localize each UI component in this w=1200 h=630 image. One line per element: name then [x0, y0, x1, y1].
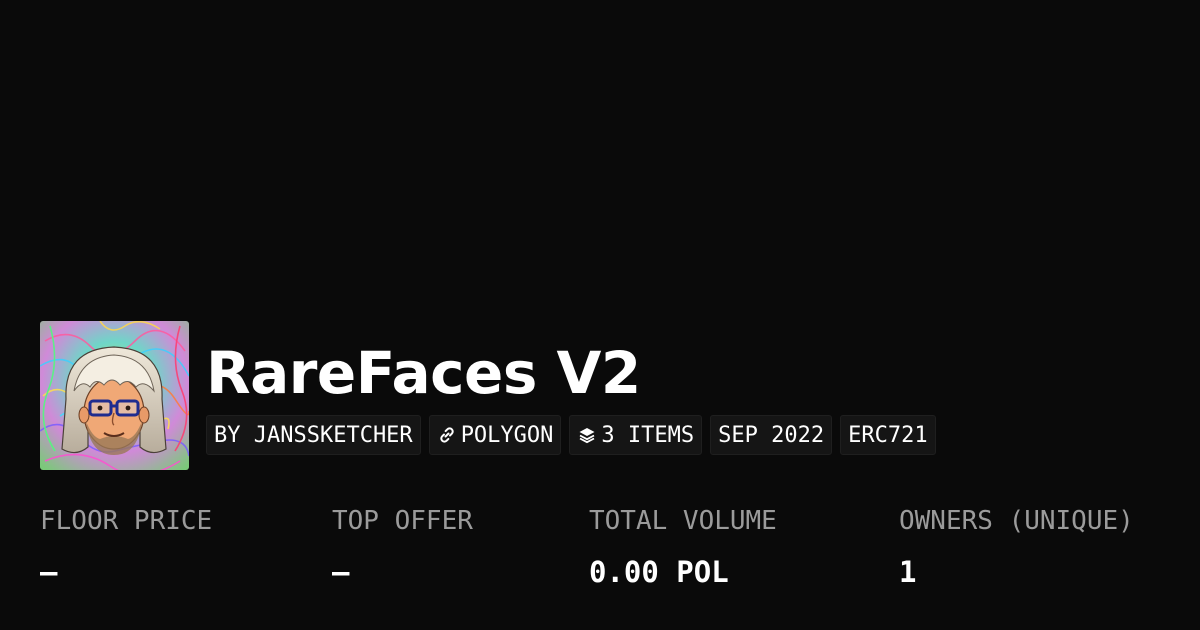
standard-label: ERC721: [848, 422, 928, 448]
stat-value: –: [332, 555, 350, 589]
stat-floor-price: FLOOR PRICE –: [40, 502, 212, 592]
stat-value: –: [40, 555, 58, 589]
stat-label: TOP OFFER: [332, 506, 473, 536]
standard-chip: ERC721: [840, 415, 936, 455]
collection-avatar: [40, 321, 189, 470]
date-chip: SEP 2022: [710, 415, 833, 455]
stat-owners: OWNERS (UNIQUE) 1: [899, 502, 1134, 592]
bearded-face-icon: [40, 321, 189, 470]
creator-chip[interactable]: BY JANSSKETCHER: [206, 415, 421, 455]
chain-label: POLYGON: [460, 422, 554, 448]
stat-total-volume: TOTAL VOLUME 0.00 POL: [589, 502, 777, 592]
stat-value: 0.00 POL: [589, 555, 729, 589]
stat-label: FLOOR PRICE: [40, 506, 213, 536]
stat-value: 1: [899, 555, 917, 589]
items-label: 3 ITEMS: [601, 422, 695, 448]
date-label: SEP 2022: [718, 422, 825, 448]
creator-label: BY JANSSKETCHER: [214, 422, 413, 448]
link-icon: [437, 425, 457, 445]
stat-label: TOTAL VOLUME: [589, 506, 777, 536]
collection-title: RareFaces V2: [206, 339, 641, 407]
layers-icon: [577, 425, 597, 445]
items-chip[interactable]: 3 ITEMS: [569, 415, 703, 455]
stat-label: OWNERS (UNIQUE): [899, 506, 1134, 536]
chain-chip[interactable]: POLYGON: [428, 415, 562, 455]
stat-top-offer: TOP OFFER –: [332, 502, 473, 592]
collection-meta-chips: BY JANSSKETCHER POLYGON 3 ITEMS SEP 2022…: [206, 415, 936, 455]
